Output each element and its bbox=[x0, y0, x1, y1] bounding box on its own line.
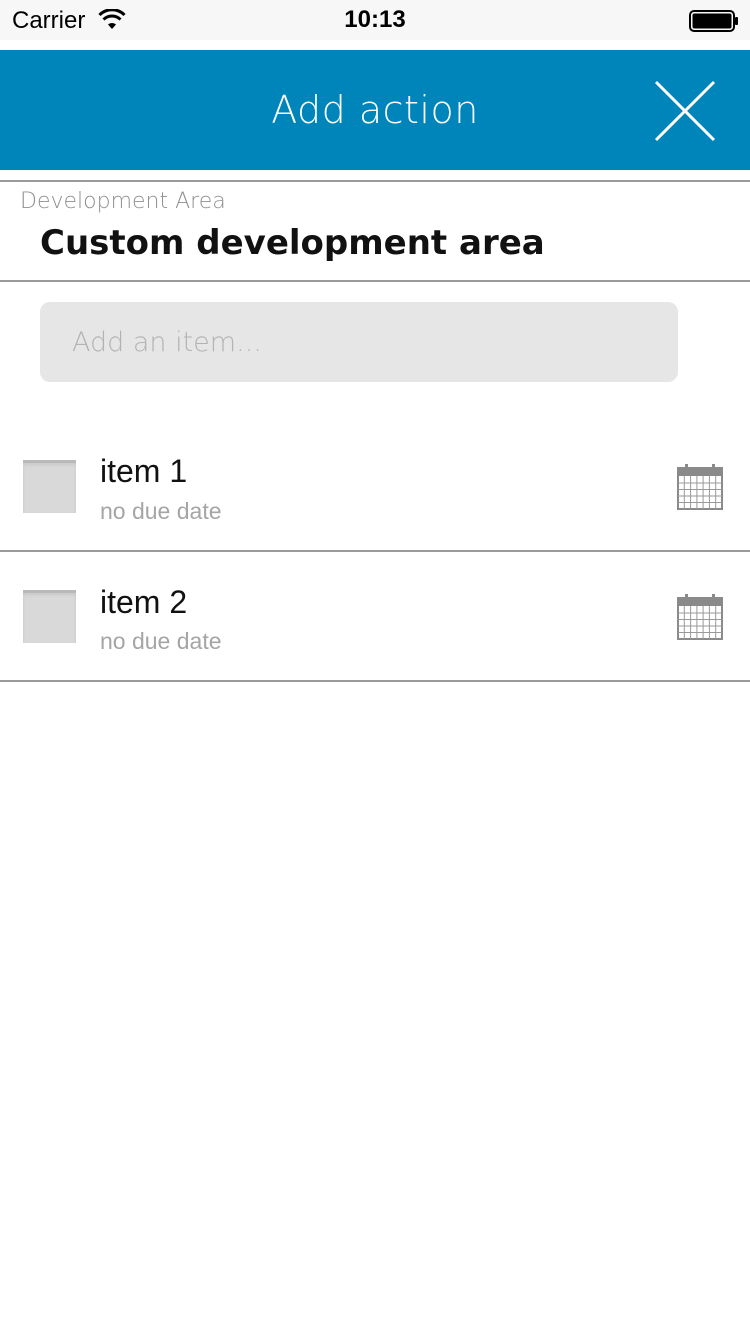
close-icon[interactable] bbox=[648, 74, 722, 148]
nav-bar: Add action bbox=[0, 50, 750, 170]
divider bbox=[0, 280, 750, 282]
calendar-icon[interactable] bbox=[676, 593, 724, 641]
clock-time: 10:13 bbox=[344, 6, 406, 33]
item-checkbox[interactable] bbox=[23, 460, 76, 513]
item-due-date: no due date bbox=[100, 498, 222, 524]
page-title: Add action bbox=[271, 88, 479, 132]
list-item[interactable]: item 1 no due date bbox=[0, 420, 750, 550]
item-checkbox[interactable] bbox=[23, 590, 76, 643]
list-item[interactable]: item 2 no due date bbox=[0, 551, 750, 681]
divider bbox=[0, 180, 750, 182]
status-bar: Carrier 10:13 bbox=[0, 0, 750, 40]
development-area-value[interactable]: Custom development area bbox=[40, 223, 545, 263]
item-title: item 2 bbox=[100, 584, 188, 620]
divider bbox=[0, 680, 750, 682]
item-due-date: no due date bbox=[100, 628, 222, 654]
calendar-icon[interactable] bbox=[676, 463, 724, 511]
battery-icon bbox=[689, 10, 738, 32]
item-title: item 1 bbox=[100, 453, 188, 489]
development-area-label: Development Area bbox=[20, 189, 226, 214]
add-item-input[interactable] bbox=[40, 302, 678, 382]
